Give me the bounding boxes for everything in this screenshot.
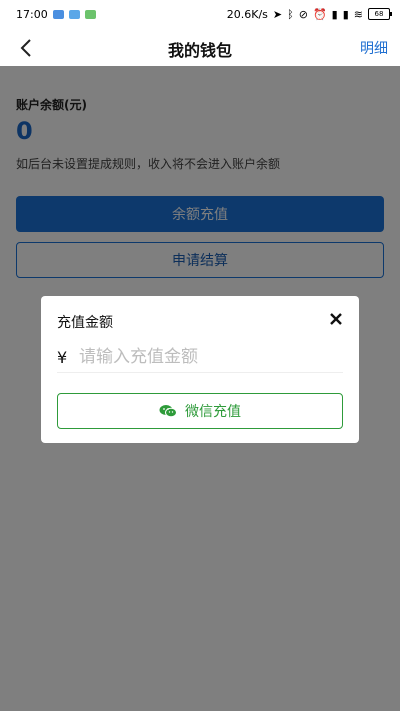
mute-icon: ⊘: [298, 7, 308, 21]
bluetooth-icon: ᛒ: [287, 7, 294, 21]
signal-icon-2: ▮: [342, 7, 349, 21]
status-bar-right: 20.6K/s ➤ ᛒ ⊘ ⏰ ▮ ▮ ≋ 68: [226, 7, 392, 21]
page-title: 我的钱包: [167, 41, 232, 60]
wechat-icon: [159, 405, 177, 418]
amount-input[interactable]: [79, 347, 329, 367]
amount-row: ¥: [57, 342, 343, 373]
chat-notification-icon: [84, 9, 96, 19]
battery-icon: 68: [368, 8, 392, 20]
close-button[interactable]: [325, 308, 347, 330]
app-notification-icon: [52, 9, 64, 19]
signal-icon: ▮: [331, 7, 338, 21]
nav-bar: 我的钱包 明细: [0, 28, 400, 70]
back-button[interactable]: [12, 34, 40, 62]
chevron-left-icon: [20, 39, 31, 57]
detail-link[interactable]: 明细: [360, 38, 388, 58]
network-speed: 20.6K/s: [226, 7, 268, 21]
status-time: 17:00: [16, 7, 48, 21]
location-icon: ➤: [272, 7, 283, 21]
close-icon: [330, 313, 342, 325]
dialog-title: 充值金额: [57, 315, 113, 331]
wifi-icon: ≋: [353, 7, 363, 21]
alarm-icon: ⏰: [312, 7, 327, 21]
status-bar: 17:00 20.6K/s ➤ ᛒ ⊘ ⏰ ▮ ▮ ≋ 68: [0, 0, 400, 28]
location-notification-icon: [68, 9, 80, 19]
status-bar-left: 17:00: [16, 8, 96, 21]
wechat-pay-button[interactable]: 微信充值: [57, 393, 343, 429]
currency-symbol: ¥: [57, 347, 68, 367]
wechat-pay-label: 微信充值: [185, 404, 241, 420]
recharge-dialog: 充值金额 ¥ 微信充值: [41, 296, 359, 443]
